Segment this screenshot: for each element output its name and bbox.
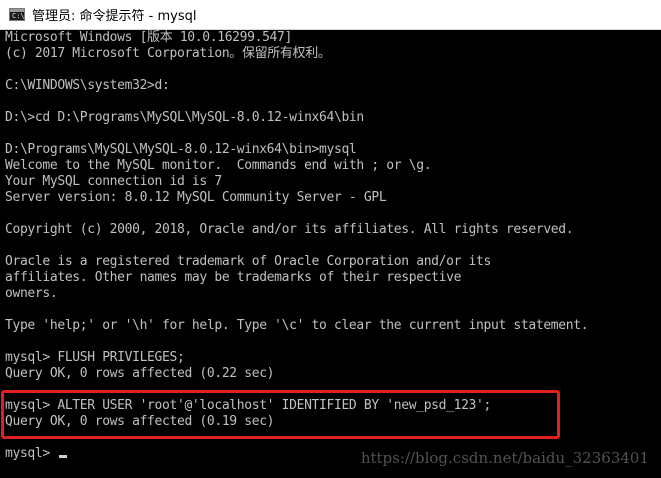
console-line: Oracle is a registered trademark of Orac… [5,254,491,269]
highlight-annotation [1,390,560,439]
console-line: Type 'help;' or '\h' for help. Type '\c'… [5,318,589,333]
window-titlebar[interactable]: C:\ 管理员: 命令提示符 - mysql [0,0,661,30]
text-cursor [59,455,68,458]
console-line: mysql> FLUSH PRIVILEGES; [5,350,185,365]
mysql-prompt[interactable]: mysql> [5,446,68,462]
console-line: Copyright (c) 2000, 2018, Oracle and/or … [5,222,574,237]
console-line: Your MySQL connection id is 7 [5,174,222,189]
console-line: D:\>cd D:\Programs\MySQL\MySQL-8.0.12-wi… [5,110,364,125]
console-line: affiliates. Other names may be trademark… [5,270,462,285]
console-line: C:\WINDOWS\system32>d: [5,78,170,93]
window-title: 管理员: 命令提示符 - mysql [32,9,197,24]
prompt-text: mysql> [5,446,58,461]
console-line: D:\Programs\MySQL\MySQL-8.0.12-winx64\bi… [5,142,357,157]
console-line: Microsoft Windows [版本 10.0.16299.547] [5,30,292,45]
console-line: Server version: 8.0.12 MySQL Community S… [5,190,387,205]
console-line: (c) 2017 Microsoft Corporation。保留所有权利。 [5,46,331,61]
watermark: https://blog.csdn.net/baidu_32363401 [360,449,649,467]
command-prompt-icon: C:\ [9,8,25,21]
console-line: Query OK, 0 rows affected (0.22 sec) [5,366,275,381]
console-line: owners. [5,286,58,301]
console-line: Welcome to the MySQL monitor. Commands e… [5,158,432,173]
